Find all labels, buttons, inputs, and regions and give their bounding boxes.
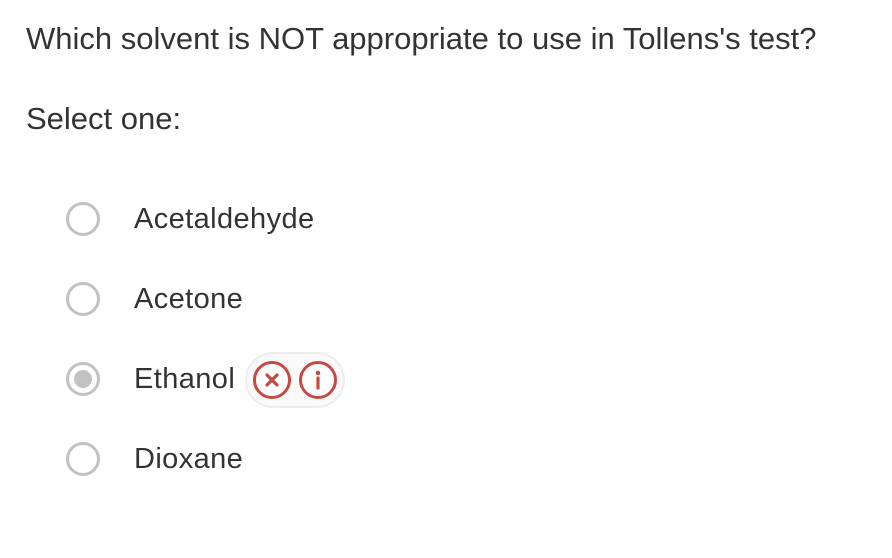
radio-button[interactable] bbox=[66, 202, 100, 236]
option-label[interactable]: Acetone bbox=[134, 278, 243, 320]
incorrect-icon bbox=[253, 361, 292, 399]
radio-button-selected[interactable] bbox=[66, 362, 100, 396]
option-dioxane[interactable]: Dioxane bbox=[64, 438, 345, 518]
option-label[interactable]: Acetaldehyde bbox=[134, 198, 315, 240]
answer-feedback bbox=[245, 352, 346, 408]
radio-button[interactable] bbox=[66, 442, 100, 476]
option-acetaldehyde[interactable]: Acetaldehyde bbox=[64, 198, 345, 278]
radio-button[interactable] bbox=[66, 282, 100, 316]
question-text: Which solvent is NOT appropriate to use … bbox=[26, 21, 817, 56]
answer-options: Acetaldehyde Acetone Ethanol Dioxane bbox=[64, 198, 346, 518]
select-one-prompt: Select one: bbox=[26, 101, 182, 136]
option-acetone[interactable]: Acetone bbox=[64, 278, 345, 358]
option-ethanol[interactable]: Ethanol bbox=[64, 352, 346, 438]
option-label[interactable]: Dioxane bbox=[134, 438, 243, 480]
option-label[interactable]: Ethanol bbox=[134, 358, 235, 400]
info-icon[interactable] bbox=[299, 361, 338, 399]
